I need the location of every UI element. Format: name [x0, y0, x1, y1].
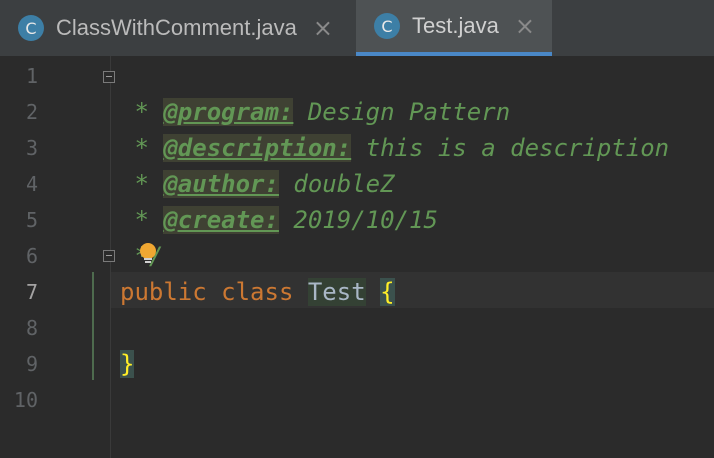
code-line-3: * @description: this is a description [120, 130, 669, 166]
fold-marker-icon[interactable] [103, 250, 115, 262]
comment-text: this is a description [351, 134, 670, 162]
comment-text: Design Pattern [293, 98, 511, 126]
javadoc-tag: @author: [163, 170, 279, 198]
line-number: 2 [25, 100, 38, 124]
close-icon[interactable]: × [515, 14, 535, 38]
vcs-change-marker[interactable] [92, 272, 94, 380]
comment-text: doubleZ [278, 170, 395, 198]
comment-text: 2019/10/15 [278, 206, 438, 234]
comment-star: * [120, 134, 164, 162]
line-number: 9 [25, 352, 38, 376]
comment-star: * [120, 98, 164, 126]
tab-label: Test.java [412, 13, 499, 38]
code-line-4: * @author: doubleZ [120, 166, 395, 202]
javadoc-tag: @program: [163, 98, 294, 126]
code-line-9: } [120, 346, 135, 382]
code-line-7: public class Test { [120, 274, 395, 310]
javadoc-tag: @create: [163, 206, 279, 234]
code-line-5: * @create: 2019/10/15 [120, 202, 438, 238]
code-line-1: /** [120, 58, 221, 126]
line-number: 10 [13, 388, 38, 412]
code-line-2: * @program: Design Pattern [120, 94, 510, 130]
keyword-class: class [221, 278, 294, 306]
line-number: 6 [25, 244, 38, 268]
tab-label: ClassWithComment.java [56, 15, 297, 40]
close-brace: } [120, 350, 135, 378]
tab-test-java[interactable]: C Test.java × [356, 0, 552, 56]
line-number: 4 [25, 172, 38, 196]
line-number: 3 [25, 136, 38, 160]
comment-star: * [120, 206, 164, 234]
close-icon[interactable]: × [313, 16, 333, 40]
fold-marker-icon[interactable] [103, 71, 115, 83]
tab-classwithcomment-java[interactable]: C ClassWithComment.java × [18, 0, 356, 56]
java-class-icon: C [18, 15, 44, 41]
java-class-icon: C [374, 13, 400, 39]
line-number: 1 [25, 64, 38, 88]
comment-star: * [120, 170, 164, 198]
line-number-active: 7 [25, 280, 38, 304]
code-editor[interactable]: 1 2 3 4 5 6 7 8 9 10 /** * @program: Des… [0, 56, 714, 458]
open-brace: { [380, 278, 395, 306]
line-number: 8 [25, 316, 38, 340]
lightbulb-icon[interactable] [137, 242, 159, 264]
editor-tab-bar: C ClassWithComment.java × C Test.java × [0, 0, 714, 56]
line-number: 5 [25, 208, 38, 232]
javadoc-tag: @description: [163, 134, 352, 162]
keyword-public: public [120, 278, 207, 306]
class-name: Test [307, 278, 366, 306]
